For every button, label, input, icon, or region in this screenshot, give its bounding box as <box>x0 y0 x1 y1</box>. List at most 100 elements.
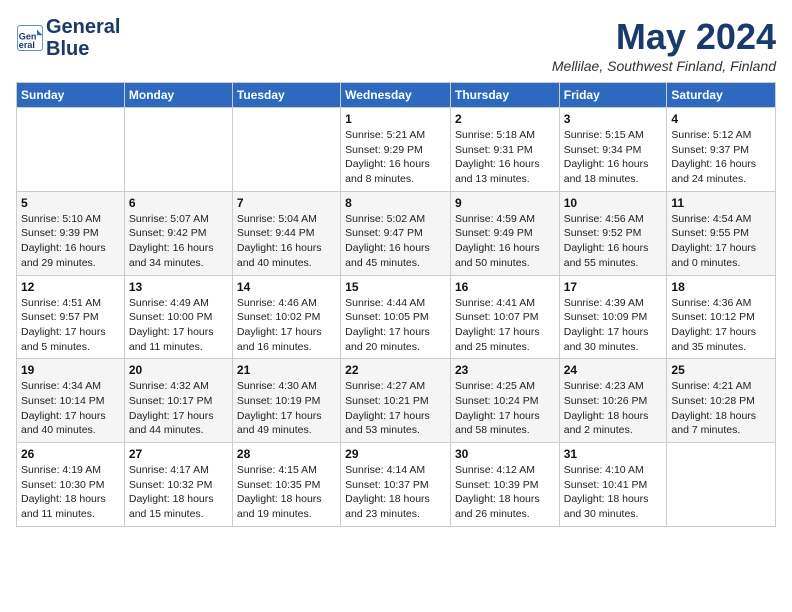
day-number: 5 <box>21 196 120 210</box>
calendar-cell: 7 Sunrise: 5:04 AM Sunset: 9:44 PM Daylig… <box>232 191 340 275</box>
calendar-table: SundayMondayTuesdayWednesdayThursdayFrid… <box>16 82 776 527</box>
day-number: 27 <box>129 447 228 461</box>
day-number: 20 <box>129 363 228 377</box>
weekday-header-thursday: Thursday <box>450 83 559 108</box>
day-number: 12 <box>21 280 120 294</box>
day-number: 16 <box>455 280 555 294</box>
calendar-cell: 25 Sunrise: 4:21 AM Sunset: 10:28 PM Dayl… <box>667 359 776 443</box>
day-info: Sunrise: 5:04 AM Sunset: 9:44 PM Dayligh… <box>237 212 336 271</box>
day-info: Sunrise: 4:25 AM Sunset: 10:24 PM Daylig… <box>455 379 555 438</box>
day-info: Sunrise: 4:39 AM Sunset: 10:09 PM Daylig… <box>564 296 663 355</box>
day-info: Sunrise: 4:17 AM Sunset: 10:32 PM Daylig… <box>129 463 228 522</box>
calendar-week-5: 26 Sunrise: 4:19 AM Sunset: 10:30 PM Dayl… <box>17 443 776 527</box>
day-info: Sunrise: 4:46 AM Sunset: 10:02 PM Daylig… <box>237 296 336 355</box>
day-info: Sunrise: 4:15 AM Sunset: 10:35 PM Daylig… <box>237 463 336 522</box>
day-number: 7 <box>237 196 336 210</box>
calendar-cell: 19 Sunrise: 4:34 AM Sunset: 10:14 PM Dayl… <box>17 359 125 443</box>
day-info: Sunrise: 4:59 AM Sunset: 9:49 PM Dayligh… <box>455 212 555 271</box>
calendar-cell: 5 Sunrise: 5:10 AM Sunset: 9:39 PM Daylig… <box>17 191 125 275</box>
day-number: 19 <box>21 363 120 377</box>
calendar-cell: 14 Sunrise: 4:46 AM Sunset: 10:02 PM Dayl… <box>232 275 340 359</box>
day-info: Sunrise: 4:32 AM Sunset: 10:17 PM Daylig… <box>129 379 228 438</box>
day-number: 25 <box>671 363 771 377</box>
day-number: 9 <box>455 196 555 210</box>
weekday-header-friday: Friday <box>559 83 667 108</box>
location: Mellilae, Southwest Finland, Finland <box>552 58 776 74</box>
day-number: 26 <box>21 447 120 461</box>
logo-text: General Blue <box>46 16 120 60</box>
calendar-cell: 16 Sunrise: 4:41 AM Sunset: 10:07 PM Dayl… <box>450 275 559 359</box>
weekday-header-saturday: Saturday <box>667 83 776 108</box>
calendar-week-1: 1Sunrise: 5:21 AM Sunset: 9:29 PM Daylig… <box>17 108 776 192</box>
weekday-header-wednesday: Wednesday <box>341 83 451 108</box>
logo-line1: General <box>46 16 120 38</box>
day-info: Sunrise: 4:27 AM Sunset: 10:21 PM Daylig… <box>345 379 446 438</box>
day-info: Sunrise: 5:10 AM Sunset: 9:39 PM Dayligh… <box>21 212 120 271</box>
day-info: Sunrise: 4:56 AM Sunset: 9:52 PM Dayligh… <box>564 212 663 271</box>
day-number: 17 <box>564 280 663 294</box>
calendar-cell: 11Sunrise: 4:54 AM Sunset: 9:55 PM Dayli… <box>667 191 776 275</box>
calendar-cell: 24Sunrise: 4:23 AM Sunset: 10:26 PM Dayl… <box>559 359 667 443</box>
day-info: Sunrise: 5:15 AM Sunset: 9:34 PM Dayligh… <box>564 128 663 187</box>
calendar-week-3: 12 Sunrise: 4:51 AM Sunset: 9:57 PM Dayli… <box>17 275 776 359</box>
day-info: Sunrise: 4:49 AM Sunset: 10:00 PM Daylig… <box>129 296 228 355</box>
calendar-cell: 2 Sunrise: 5:18 AM Sunset: 9:31 PM Daylig… <box>450 108 559 192</box>
day-number: 3 <box>564 112 663 126</box>
day-info: Sunrise: 4:36 AM Sunset: 10:12 PM Daylig… <box>671 296 771 355</box>
weekday-header-tuesday: Tuesday <box>232 83 340 108</box>
day-info: Sunrise: 4:10 AM Sunset: 10:41 PM Daylig… <box>564 463 663 522</box>
day-number: 23 <box>455 363 555 377</box>
calendar-cell: 12 Sunrise: 4:51 AM Sunset: 9:57 PM Dayli… <box>17 275 125 359</box>
day-number: 14 <box>237 280 336 294</box>
calendar-cell: 28 Sunrise: 4:15 AM Sunset: 10:35 PM Dayl… <box>232 443 340 527</box>
calendar-cell <box>232 108 340 192</box>
day-number: 21 <box>237 363 336 377</box>
day-info: Sunrise: 4:34 AM Sunset: 10:14 PM Daylig… <box>21 379 120 438</box>
logo-line2: Blue <box>46 38 120 60</box>
day-number: 30 <box>455 447 555 461</box>
day-info: Sunrise: 4:14 AM Sunset: 10:37 PM Daylig… <box>345 463 446 522</box>
calendar-cell: 21 Sunrise: 4:30 AM Sunset: 10:19 PM Dayl… <box>232 359 340 443</box>
logo: Gen eral General Blue <box>16 16 120 60</box>
day-number: 10 <box>564 196 663 210</box>
calendar-cell: 10 Sunrise: 4:56 AM Sunset: 9:52 PM Dayli… <box>559 191 667 275</box>
day-info: Sunrise: 5:21 AM Sunset: 9:29 PM Dayligh… <box>345 128 446 187</box>
calendar-cell: 27 Sunrise: 4:17 AM Sunset: 10:32 PM Dayl… <box>124 443 232 527</box>
month-title: May 2024 <box>552 16 776 58</box>
calendar-cell: 30 Sunrise: 4:12 AM Sunset: 10:39 PM Dayl… <box>450 443 559 527</box>
calendar-cell: 26 Sunrise: 4:19 AM Sunset: 10:30 PM Dayl… <box>17 443 125 527</box>
calendar-cell: 18Sunrise: 4:36 AM Sunset: 10:12 PM Dayl… <box>667 275 776 359</box>
day-number: 22 <box>345 363 446 377</box>
calendar-cell: 1Sunrise: 5:21 AM Sunset: 9:29 PM Daylig… <box>341 108 451 192</box>
day-info: Sunrise: 4:41 AM Sunset: 10:07 PM Daylig… <box>455 296 555 355</box>
weekday-header-row: SundayMondayTuesdayWednesdayThursdayFrid… <box>17 83 776 108</box>
calendar-cell: 17 Sunrise: 4:39 AM Sunset: 10:09 PM Dayl… <box>559 275 667 359</box>
day-number: 15 <box>345 280 446 294</box>
day-info: Sunrise: 4:12 AM Sunset: 10:39 PM Daylig… <box>455 463 555 522</box>
calendar-cell: 20 Sunrise: 4:32 AM Sunset: 10:17 PM Dayl… <box>124 359 232 443</box>
day-number: 28 <box>237 447 336 461</box>
calendar-cell: 3 Sunrise: 5:15 AM Sunset: 9:34 PM Daylig… <box>559 108 667 192</box>
day-number: 2 <box>455 112 555 126</box>
day-info: Sunrise: 5:18 AM Sunset: 9:31 PM Dayligh… <box>455 128 555 187</box>
day-info: Sunrise: 4:19 AM Sunset: 10:30 PM Daylig… <box>21 463 120 522</box>
day-info: Sunrise: 4:51 AM Sunset: 9:57 PM Dayligh… <box>21 296 120 355</box>
title-block: May 2024 Mellilae, Southwest Finland, Fi… <box>552 16 776 74</box>
calendar-cell <box>667 443 776 527</box>
calendar-cell: 29 Sunrise: 4:14 AM Sunset: 10:37 PM Dayl… <box>341 443 451 527</box>
calendar-cell: 31Sunrise: 4:10 AM Sunset: 10:41 PM Dayl… <box>559 443 667 527</box>
calendar-cell: 15Sunrise: 4:44 AM Sunset: 10:05 PM Dayl… <box>341 275 451 359</box>
page-header: Gen eral General Blue May 2024 Mellilae,… <box>16 16 776 74</box>
calendar-cell: 8Sunrise: 5:02 AM Sunset: 9:47 PM Daylig… <box>341 191 451 275</box>
day-info: Sunrise: 4:54 AM Sunset: 9:55 PM Dayligh… <box>671 212 771 271</box>
day-info: Sunrise: 4:23 AM Sunset: 10:26 PM Daylig… <box>564 379 663 438</box>
day-number: 29 <box>345 447 446 461</box>
calendar-cell: 4Sunrise: 5:12 AM Sunset: 9:37 PM Daylig… <box>667 108 776 192</box>
day-info: Sunrise: 4:21 AM Sunset: 10:28 PM Daylig… <box>671 379 771 438</box>
calendar-cell: 6Sunrise: 5:07 AM Sunset: 9:42 PM Daylig… <box>124 191 232 275</box>
calendar-cell <box>124 108 232 192</box>
calendar-cell: 23 Sunrise: 4:25 AM Sunset: 10:24 PM Dayl… <box>450 359 559 443</box>
day-info: Sunrise: 4:30 AM Sunset: 10:19 PM Daylig… <box>237 379 336 438</box>
calendar-cell: 13Sunrise: 4:49 AM Sunset: 10:00 PM Dayl… <box>124 275 232 359</box>
logo-icon: Gen eral <box>16 24 44 52</box>
